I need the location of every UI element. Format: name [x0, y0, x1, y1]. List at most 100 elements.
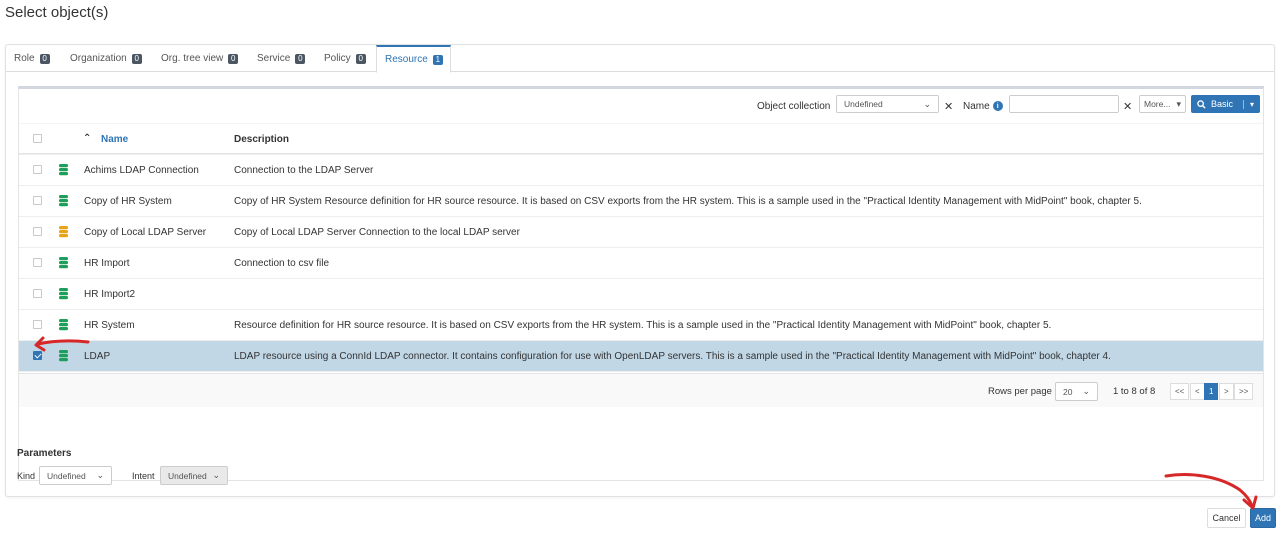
chevron-down-icon: ⌄ [212, 470, 220, 480]
page-1-button[interactable]: 1 [1204, 383, 1219, 400]
pagination-bar: Rows per page 20 ⌄ 1 to 8 of 8 << < 1 > … [19, 373, 1263, 407]
name-filter-label: Name i [963, 101, 1003, 112]
resource-description: Resource definition for HR source resour… [234, 320, 1052, 331]
row-checkbox[interactable] [33, 227, 42, 236]
dialog-title: Select object(s) [5, 4, 109, 21]
resource-table-box: Object collection Undefined ⌄ ✕ Name i ✕ … [18, 86, 1264, 481]
intent-value: Undefined [168, 470, 207, 481]
row-checkbox[interactable] [33, 289, 42, 298]
caret-down-icon[interactable]: ▾ [1243, 99, 1254, 109]
tab-label: Org. tree view [161, 53, 224, 64]
chevron-down-icon: ⌄ [96, 470, 104, 480]
parameters-title: Parameters [17, 448, 72, 459]
object-type-tabs: Role 0 Organization 0 Org. tree view 0 S… [6, 45, 1274, 73]
kind-label: Kind [17, 471, 36, 481]
row-checkbox[interactable] [33, 165, 42, 174]
info-icon[interactable]: i [992, 101, 1003, 112]
name-label-text: Name [963, 101, 990, 112]
resource-name[interactable]: LDAP [84, 341, 110, 372]
chevron-down-icon: ⌄ [923, 98, 931, 109]
tab-service[interactable]: Service 0 [249, 45, 313, 72]
row-checkbox[interactable] [33, 351, 42, 360]
object-collection-value: Undefined [844, 99, 883, 109]
description-column-header: Description [234, 134, 290, 145]
database-icon [59, 195, 68, 207]
select-all-checkbox[interactable] [33, 134, 42, 143]
table-row[interactable]: Copy of Local LDAP Server Copy of Local L… [19, 216, 1263, 247]
table-row[interactable]: HR Import Connection to csv file [19, 247, 1263, 278]
tab-label: Policy [324, 53, 351, 64]
row-checkbox[interactable] [33, 258, 42, 267]
tab-count-badge: 0 [228, 53, 239, 64]
tab-count-badge: 0 [355, 53, 366, 64]
tab-label: Organization [70, 53, 127, 64]
resource-description: LDAP resource using a ConnId LDAP connec… [234, 351, 1111, 362]
intent-select[interactable]: Undefined ⌄ [160, 466, 228, 485]
search-toolbar: Object collection Undefined ⌄ ✕ Name i ✕ … [19, 89, 1263, 123]
resource-name[interactable]: Achims LDAP Connection [84, 155, 199, 186]
kind-value: Undefined [47, 470, 86, 481]
pagination-range: 1 to 8 of 8 [1113, 386, 1156, 397]
more-label: More... [1144, 99, 1171, 109]
tab-count-badge: 0 [131, 53, 142, 64]
table-row[interactable]: LDAP LDAP resource using a ConnId LDAP co… [19, 340, 1263, 371]
intent-label: Intent [132, 471, 155, 481]
database-icon [59, 226, 68, 238]
object-collection-label: Object collection [757, 101, 831, 112]
resource-description: Copy of Local LDAP Server Connection to … [234, 227, 520, 238]
tab-policy[interactable]: Policy 0 [316, 45, 374, 72]
table-row[interactable]: HR Import2 [19, 278, 1263, 309]
resource-name[interactable]: HR System [84, 310, 135, 341]
chevron-down-icon: ⌄ [1082, 386, 1090, 396]
basic-label: Basic [1211, 99, 1234, 109]
last-page-button[interactable]: >> [1234, 383, 1254, 400]
database-icon [59, 288, 68, 300]
add-button[interactable]: Add [1250, 508, 1276, 528]
rows-per-page-select[interactable]: 20 ⌄ [1055, 382, 1098, 401]
resource-name[interactable]: HR Import [84, 248, 130, 279]
rows-per-page-value: 20 [1063, 386, 1073, 397]
more-dropdown[interactable]: More... ▾ [1139, 95, 1186, 113]
name-column-header[interactable]: Name [101, 124, 128, 155]
table-row[interactable]: HR System Resource definition for HR sour… [19, 309, 1263, 340]
select-objects-panel: Role 0 Organization 0 Org. tree view 0 S… [5, 44, 1275, 497]
cancel-button[interactable]: Cancel [1207, 508, 1246, 528]
tab-count-badge: 1 [432, 54, 443, 65]
resource-description: Connection to csv file [234, 258, 330, 269]
first-page-button[interactable]: << [1170, 383, 1190, 400]
database-icon [59, 164, 68, 176]
row-checkbox[interactable] [33, 320, 42, 329]
next-page-button[interactable]: > [1219, 383, 1234, 400]
tab-organization[interactable]: Organization 0 [62, 45, 150, 72]
resource-description: Connection to the LDAP Server [234, 165, 374, 176]
database-icon [59, 319, 68, 331]
caret-down-icon: ▾ [1176, 98, 1181, 109]
object-collection-select[interactable]: Undefined ⌄ [836, 95, 939, 113]
table-row[interactable]: Copy of HR System Copy of HR System Resou… [19, 185, 1263, 216]
resource-name[interactable]: Copy of Local LDAP Server [84, 217, 206, 248]
tab-role[interactable]: Role 0 [6, 45, 58, 72]
resource-description: Copy of HR System Resource definition fo… [234, 196, 1142, 207]
table-header: ⌃ Name Description [19, 123, 1263, 154]
database-icon [59, 257, 68, 269]
basic-search-button[interactable]: Basic ▾ [1191, 95, 1261, 113]
search-icon [1197, 99, 1206, 109]
tab-label: Service [257, 53, 291, 64]
database-icon [59, 350, 68, 362]
tab-count-badge: 0 [39, 53, 50, 64]
tab-resource[interactable]: Resource 1 [376, 45, 451, 73]
resource-name[interactable]: Copy of HR System [84, 186, 172, 217]
clear-name-icon[interactable]: ✕ [1123, 100, 1132, 113]
table-row[interactable]: Achims LDAP Connection Connection to the … [19, 154, 1263, 185]
clear-collection-icon[interactable]: ✕ [944, 100, 953, 113]
resource-name[interactable]: HR Import2 [84, 279, 135, 310]
tab-count-badge: 0 [295, 53, 306, 64]
name-search-input[interactable] [1009, 95, 1119, 113]
previous-page-button[interactable]: < [1190, 383, 1205, 400]
kind-select[interactable]: Undefined ⌄ [39, 466, 112, 485]
sort-ascending-icon[interactable]: ⌃ [83, 133, 91, 144]
tab-org-tree-view[interactable]: Org. tree view 0 [153, 45, 246, 72]
arrow-to-add-button-head [1242, 495, 1258, 510]
row-checkbox[interactable] [33, 196, 42, 205]
tab-label: Resource [385, 54, 428, 65]
